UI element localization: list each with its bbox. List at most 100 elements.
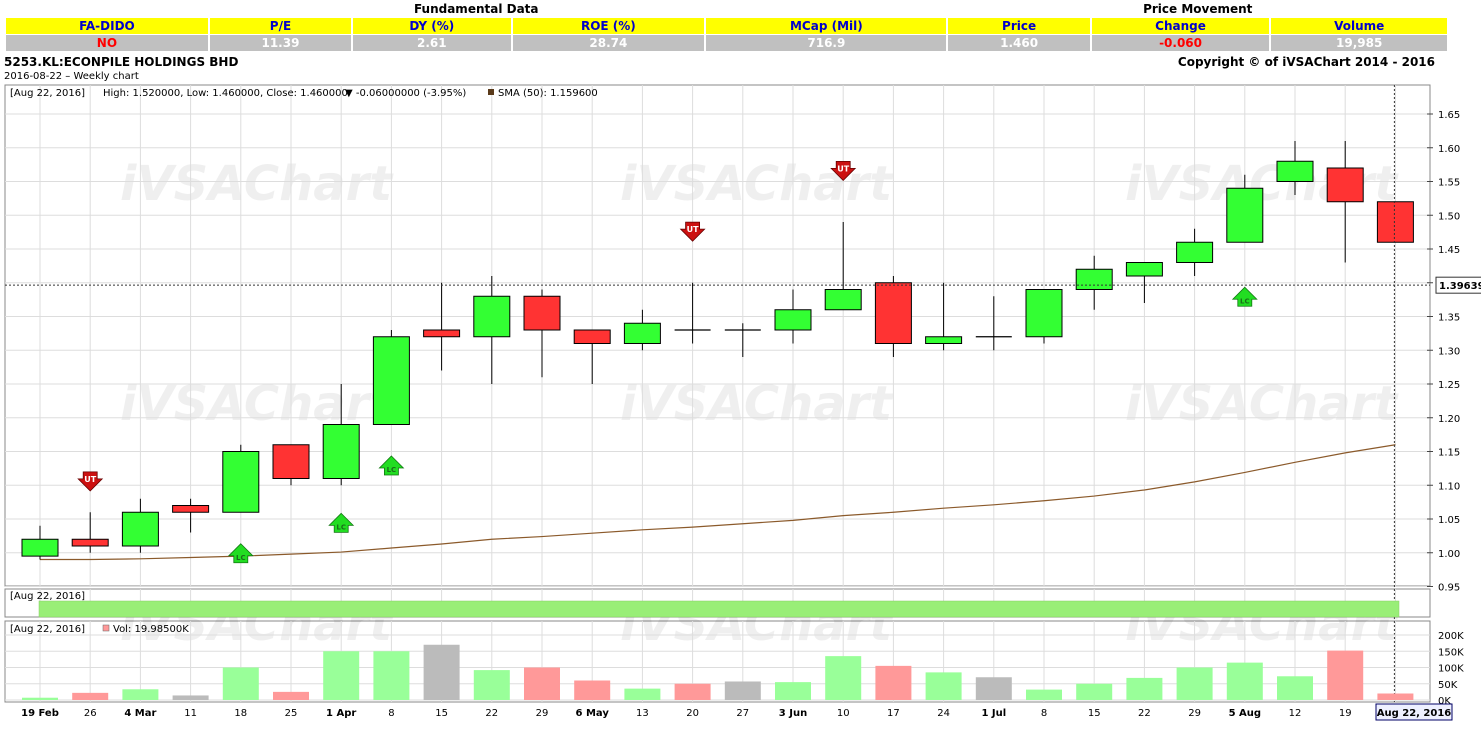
volume-legend-swatch bbox=[102, 624, 110, 632]
y-tick-label: 1.55 bbox=[1438, 178, 1460, 189]
last-date-label: Aug 22, 2016 bbox=[1377, 708, 1452, 719]
signal-bar bbox=[38, 600, 1400, 618]
lc-label: LC bbox=[387, 466, 397, 474]
y-tick-label: 1.35 bbox=[1438, 313, 1460, 324]
candle-body bbox=[71, 538, 109, 547]
x-tick-label: 3 Jun bbox=[779, 708, 807, 719]
volume-bar bbox=[22, 697, 58, 700]
candle bbox=[1025, 289, 1063, 344]
candle-body bbox=[1276, 160, 1314, 182]
x-tick-label: 15 bbox=[435, 708, 448, 719]
x-tick-label: 29 bbox=[536, 708, 549, 719]
price-legend-change: ▼ -0.06000000 (-3.95%) bbox=[345, 88, 466, 99]
y-tick-label: 1.60 bbox=[1438, 144, 1460, 155]
x-tick-label: 6 May bbox=[576, 708, 610, 719]
candle-body bbox=[1326, 167, 1364, 203]
volume-bar bbox=[1327, 650, 1364, 700]
x-tick-label: 15 bbox=[1088, 708, 1101, 719]
candle-body bbox=[774, 309, 812, 331]
x-tick-label: 24 bbox=[937, 708, 950, 719]
volume-bar bbox=[524, 667, 560, 700]
volume-bar bbox=[775, 682, 811, 700]
x-tick-label: 26 bbox=[84, 708, 97, 719]
volume-bar bbox=[323, 651, 360, 700]
candle-body bbox=[523, 295, 561, 331]
volume-legend-date: [Aug 22, 2016] bbox=[10, 624, 85, 635]
x-tick-label: 19 Feb bbox=[21, 708, 59, 719]
price-legend-sma: SMA (50): 1.159600 bbox=[498, 88, 598, 99]
volume-bar bbox=[373, 651, 410, 700]
candle bbox=[222, 444, 260, 513]
volume-bar bbox=[1026, 689, 1062, 700]
candle-body bbox=[573, 329, 611, 344]
y-tick-label: 0.95 bbox=[1438, 583, 1460, 594]
candle-body bbox=[322, 424, 360, 479]
x-tick-label: 12 bbox=[1289, 708, 1302, 719]
volume-bar bbox=[273, 691, 309, 700]
price-legend-hlc: High: 1.520000, Low: 1.460000, Close: 1.… bbox=[103, 88, 348, 99]
candle-body bbox=[372, 336, 410, 425]
volume-bar bbox=[222, 667, 259, 700]
volume-tick-label: 50K bbox=[1438, 680, 1458, 691]
ut-label: UT bbox=[84, 475, 96, 484]
volume-bar bbox=[875, 665, 912, 700]
volume-bar bbox=[72, 692, 109, 700]
volume-bar bbox=[423, 644, 460, 700]
x-tick-label: 17 bbox=[887, 708, 900, 719]
x-tick-label: 20 bbox=[686, 708, 699, 719]
cursor-price-label: 1.39639 bbox=[1439, 281, 1481, 292]
x-tick-label: 1 Jul bbox=[981, 708, 1006, 719]
ut-label: UT bbox=[837, 164, 849, 173]
volume-bar bbox=[674, 683, 711, 700]
x-tick-label: 22 bbox=[485, 708, 498, 719]
watermark-text: iVSAChart bbox=[620, 156, 894, 212]
chart-canvas[interactable]: iVSAChart iVSAChart iVSAChartiVSAChart iVSA… bbox=[0, 0, 1481, 742]
volume-bar bbox=[1176, 667, 1213, 700]
volume-bar bbox=[825, 656, 862, 700]
candle-body bbox=[222, 451, 260, 513]
candle-body bbox=[1075, 268, 1113, 290]
x-tick-label: 13 bbox=[636, 708, 649, 719]
x-tick-label: 29 bbox=[1188, 708, 1201, 719]
watermark-text: iVSAChart bbox=[120, 156, 394, 212]
volume-bar bbox=[1226, 662, 1263, 700]
lc-label: LC bbox=[336, 523, 346, 531]
volume-bar bbox=[574, 680, 611, 700]
y-tick-label: 1.20 bbox=[1438, 414, 1460, 425]
candle-body bbox=[1176, 241, 1214, 263]
x-tick-label: 27 bbox=[736, 708, 749, 719]
volume-tick-label: 200K bbox=[1438, 631, 1464, 642]
volume-bar bbox=[724, 681, 761, 700]
volume-bar bbox=[624, 688, 661, 700]
y-tick-label: 1.00 bbox=[1438, 549, 1460, 560]
volume-bar bbox=[1076, 683, 1113, 700]
x-tick-label: 25 bbox=[285, 708, 298, 719]
x-tick-label: 22 bbox=[1138, 708, 1151, 719]
candle-body bbox=[1025, 289, 1063, 338]
x-tick-label: 18 bbox=[234, 708, 247, 719]
y-tick-label: 1.30 bbox=[1438, 346, 1460, 357]
candle bbox=[1376, 201, 1414, 243]
candle-body bbox=[824, 289, 862, 311]
volume-bar bbox=[1126, 677, 1163, 700]
x-tick-label: 5 Aug bbox=[1229, 708, 1261, 719]
volume-bar bbox=[122, 689, 159, 700]
candle-body bbox=[1226, 187, 1264, 243]
signal-legend-date: [Aug 22, 2016] bbox=[10, 591, 85, 602]
x-tick-label: 19 bbox=[1339, 708, 1352, 719]
volume-bar bbox=[1377, 693, 1414, 700]
x-tick-label: 8 bbox=[1041, 708, 1047, 719]
candle-body bbox=[874, 282, 912, 344]
candle-body bbox=[423, 329, 461, 338]
volume-bar bbox=[1277, 676, 1313, 700]
volume-tick-label: 100K bbox=[1438, 664, 1464, 675]
candle-body bbox=[925, 336, 963, 344]
y-tick-label: 1.50 bbox=[1438, 211, 1460, 222]
price-legend-date: [Aug 22, 2016] bbox=[10, 88, 85, 99]
volume-bar bbox=[975, 677, 1012, 700]
x-tick-label: 11 bbox=[184, 708, 197, 719]
y-tick-label: 1.65 bbox=[1438, 110, 1460, 121]
volume-bar bbox=[473, 670, 510, 700]
sma-legend-swatch bbox=[488, 89, 494, 95]
x-tick-label: 4 Mar bbox=[124, 708, 156, 719]
